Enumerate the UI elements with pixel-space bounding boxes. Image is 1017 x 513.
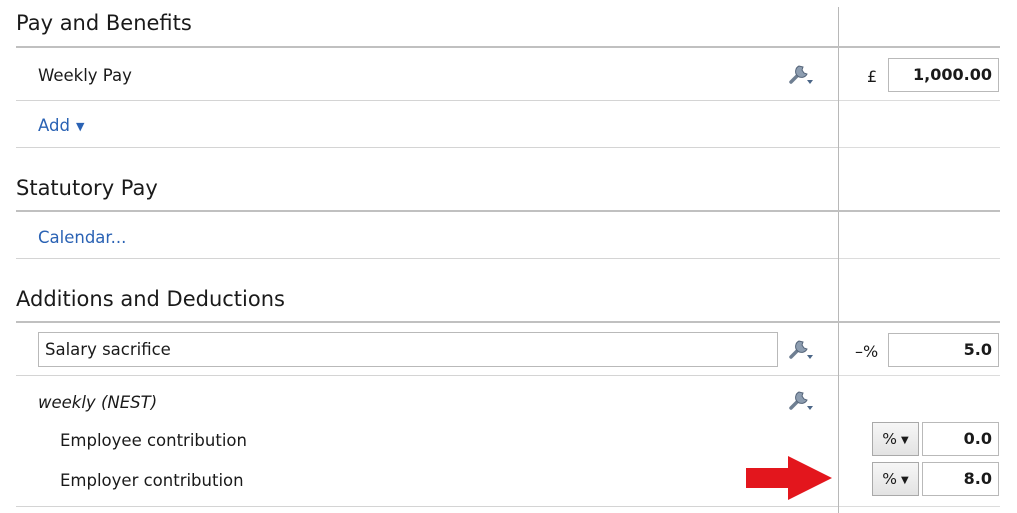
section-divider: [16, 210, 1000, 212]
red-arrow-icon: [746, 456, 832, 500]
row-divider: [16, 375, 838, 376]
employer-unit-dropdown[interactable]: % ▼: [872, 462, 919, 496]
wrench-settings-icon[interactable]: [788, 336, 814, 362]
employer-contribution-field[interactable]: 8.0: [922, 462, 999, 496]
employee-unit-dropdown[interactable]: % ▼: [872, 422, 919, 456]
employee-contribution-field[interactable]: 0.0: [922, 422, 999, 456]
row-divider: [839, 506, 1000, 507]
column-divider: [838, 7, 839, 513]
section-title-additions-deductions: Additions and Deductions: [16, 287, 285, 311]
salary-sacrifice-amount-field[interactable]: 5.0: [888, 333, 999, 367]
row-divider: [839, 100, 1000, 101]
salary-sacrifice-name-input[interactable]: Salary sacrifice: [38, 332, 778, 367]
weekly-pay-label: Weekly Pay: [38, 66, 132, 85]
wrench-settings-icon[interactable]: [788, 387, 814, 413]
section-title-pay-benefits: Pay and Benefits: [16, 11, 192, 35]
employee-contribution-label: Employee contribution: [60, 431, 247, 450]
weekly-pay-amount-field[interactable]: 1,000.00: [888, 58, 999, 92]
row-divider: [16, 258, 838, 259]
add-dropdown-link[interactable]: Add ▼: [38, 116, 84, 135]
salary-sacrifice-unit: –%: [855, 342, 879, 361]
calendar-link[interactable]: Calendar...: [38, 228, 126, 247]
caret-down-icon: ▼: [75, 120, 85, 133]
section-title-statutory-pay: Statutory Pay: [16, 176, 158, 200]
wrench-settings-icon[interactable]: [788, 61, 814, 87]
add-label: Add: [38, 116, 70, 135]
row-divider: [16, 506, 838, 507]
row-divider: [839, 147, 1000, 148]
currency-symbol: £: [867, 67, 878, 86]
row-divider: [16, 147, 838, 148]
caret-down-icon: ▼: [901, 435, 909, 446]
section-divider: [16, 46, 1000, 48]
pension-scheme-label: weekly (NEST): [38, 393, 158, 412]
row-divider: [839, 375, 1000, 376]
employee-unit-value: %: [882, 430, 898, 448]
caret-down-icon: ▼: [901, 475, 909, 486]
row-divider: [16, 100, 838, 101]
row-divider: [839, 258, 1000, 259]
employer-contribution-label: Employer contribution: [60, 471, 244, 490]
section-divider: [16, 321, 1000, 323]
employer-unit-value: %: [882, 470, 898, 488]
